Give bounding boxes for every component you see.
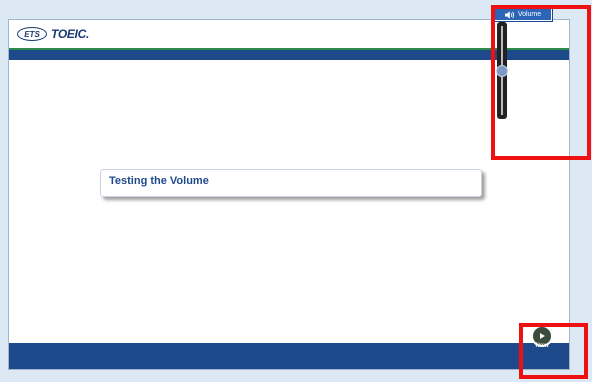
toeic-wordmark: TOEIC.	[51, 27, 89, 41]
header: ETS TOEIC.	[9, 20, 569, 48]
next-highlight-box	[519, 323, 588, 379]
test-window: ETS TOEIC. Testing the Volume	[8, 19, 570, 370]
volume-highlight-box	[491, 5, 591, 160]
footer-bar	[9, 343, 569, 369]
ets-toeic-logo: ETS TOEIC.	[17, 26, 89, 42]
content-title-box: Testing the Volume	[100, 169, 482, 197]
page-title: Testing the Volume	[109, 175, 209, 187]
header-bar	[9, 50, 569, 60]
ets-logo-badge: ETS	[17, 27, 47, 41]
